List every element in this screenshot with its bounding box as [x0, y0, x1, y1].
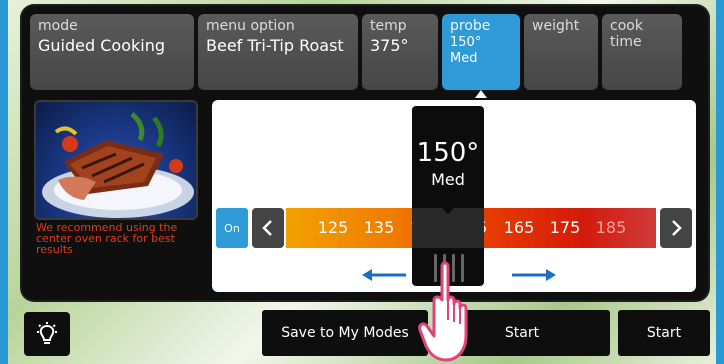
tab-probe-label: probe	[450, 18, 491, 34]
probe-on-toggle[interactable]: On	[216, 208, 248, 248]
light-bulb-icon	[37, 322, 57, 344]
oven-display: mode Guided Cooking menu option Beef Tri…	[22, 6, 708, 300]
tab-probe[interactable]: probe 150° Med	[442, 14, 520, 90]
scale-value-125[interactable]: 125	[310, 208, 356, 248]
chevron-left-icon	[262, 220, 272, 236]
scale-value-175[interactable]: 175	[542, 208, 588, 248]
save-to-my-modes-button[interactable]: Save to My Modes	[262, 310, 428, 356]
tab-menu-option-value: Beef Tri-Tip Roast	[206, 36, 344, 55]
tab-temp[interactable]: temp 375°	[362, 14, 438, 90]
tab-cook-time[interactable]: cook time	[602, 14, 682, 90]
scale-value-185[interactable]: 185	[588, 208, 634, 248]
tab-weight-label: weight	[532, 18, 580, 34]
scale-prev-button[interactable]	[252, 208, 284, 248]
scale-value-135[interactable]: 135	[356, 208, 402, 248]
tab-menu-option-label: menu option	[206, 18, 295, 34]
tab-mode-value: Guided Cooking	[38, 36, 165, 55]
hand-pointer-icon	[418, 261, 468, 362]
scale-next-button[interactable]	[660, 208, 692, 248]
steak-image	[42, 112, 194, 218]
selected-probe-temp: 150°	[416, 138, 480, 168]
arrow-right-icon	[512, 269, 556, 281]
start-button-secondary-label: Start	[504, 325, 540, 341]
arrow-left-icon	[362, 269, 406, 281]
active-tab-pointer	[475, 90, 487, 98]
tab-mode-label: mode	[38, 18, 78, 34]
rack-recommendation: We recommend using the center oven rack …	[36, 221, 178, 256]
selected-doneness: Med	[431, 170, 465, 189]
scale-value-165[interactable]: 165	[496, 208, 542, 248]
tab-probe-value-doneness: Med	[450, 51, 478, 66]
tab-temp-value: 375°	[370, 36, 409, 55]
tab-temp-label: temp	[370, 18, 407, 34]
tab-probe-value-temp: 150°	[450, 35, 482, 50]
chevron-right-icon	[672, 220, 682, 236]
oven-light-button[interactable]	[24, 312, 70, 356]
screen-bezel-left	[0, 0, 8, 364]
tab-cook-time-label: cook time	[610, 18, 643, 50]
tab-mode[interactable]: mode Guided Cooking	[30, 14, 194, 90]
probe-temp-selector[interactable]: 150° Med	[412, 106, 484, 286]
recipe-photo	[34, 100, 198, 220]
start-button[interactable]: Start	[618, 310, 710, 356]
tab-weight[interactable]: weight	[524, 14, 598, 90]
screen-bezel-right	[716, 0, 724, 364]
selector-caret	[442, 208, 454, 214]
tab-menu-option[interactable]: menu option Beef Tri-Tip Roast	[198, 14, 358, 90]
selector-window	[412, 208, 484, 248]
